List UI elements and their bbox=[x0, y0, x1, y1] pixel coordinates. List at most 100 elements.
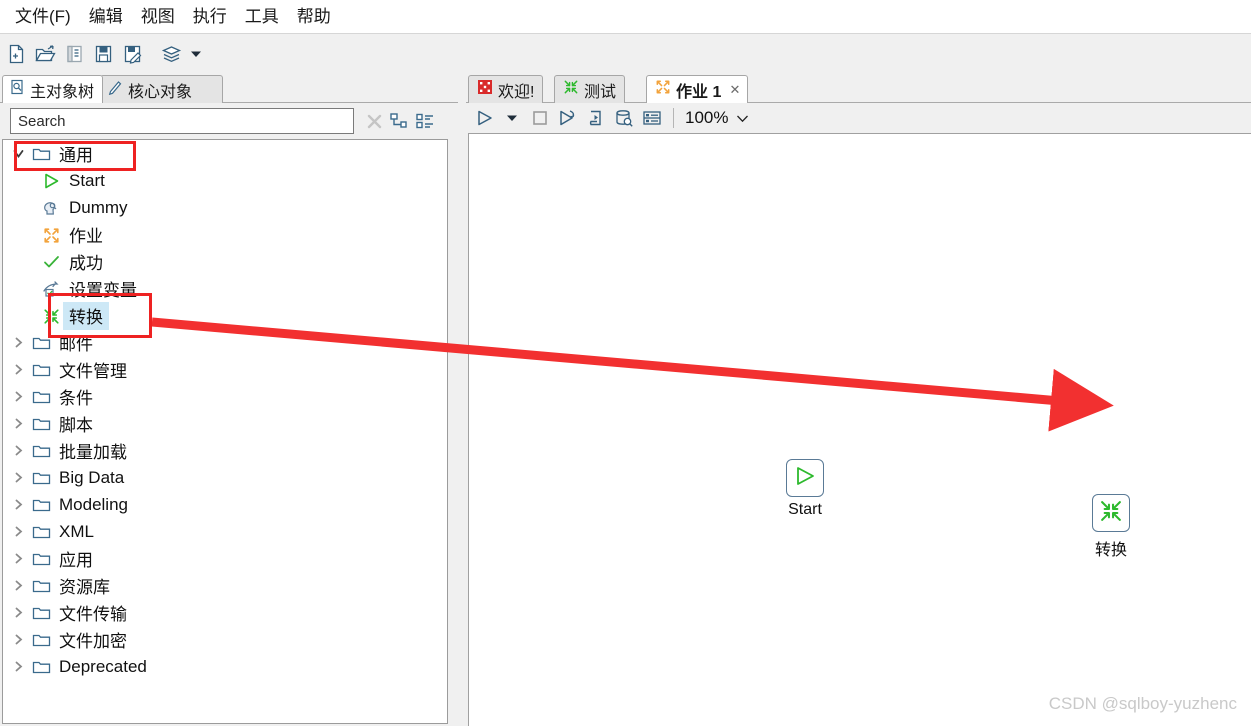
tree-toolbar: Search bbox=[0, 103, 458, 139]
tree-item-folder[interactable]: Big Data bbox=[3, 464, 447, 491]
application-window: 文件(F) 编辑 视图 执行 工具 帮助 主对象树 核心对象 Search 通用… bbox=[0, 0, 1251, 726]
tree-item-folder[interactable]: 应用 bbox=[3, 545, 447, 572]
tab-welcome[interactable]: 欢迎! bbox=[468, 75, 544, 103]
tree-item-transform[interactable]: 转换 bbox=[3, 301, 447, 330]
chevron-down-icon[interactable] bbox=[736, 108, 749, 128]
transform-arrows-in-icon bbox=[39, 302, 63, 329]
tab-label: 测试 bbox=[584, 83, 617, 101]
new-file-icon[interactable] bbox=[2, 39, 31, 69]
run-dropdown-caret-icon[interactable] bbox=[498, 104, 526, 132]
dummy-head-icon bbox=[39, 194, 63, 221]
canvas-node-transform[interactable]: 转换 bbox=[1081, 494, 1141, 560]
preview-icon[interactable] bbox=[554, 104, 582, 132]
menu-run[interactable]: 执行 bbox=[184, 6, 236, 27]
tree-item-job[interactable]: 作业 bbox=[3, 221, 447, 248]
tree-item-label: 脚本 bbox=[59, 416, 93, 435]
tab-test[interactable]: 测试 bbox=[554, 75, 626, 103]
tree-item-folder[interactable]: 邮件 bbox=[3, 329, 447, 356]
chevron-right-icon[interactable] bbox=[7, 329, 29, 356]
tree-item-folder[interactable]: 资源库 bbox=[3, 572, 447, 599]
clear-search-icon[interactable] bbox=[362, 108, 386, 134]
folder-icon bbox=[29, 464, 53, 491]
chevron-right-icon[interactable] bbox=[7, 356, 29, 383]
search-input-value: Search bbox=[18, 112, 66, 130]
zoom-level-combo[interactable]: 100% bbox=[681, 106, 751, 130]
close-icon[interactable]: ✕ bbox=[729, 82, 740, 98]
debug-icon[interactable] bbox=[582, 104, 610, 132]
canvas-node-start[interactable]: Start bbox=[775, 459, 835, 519]
save-as-icon[interactable] bbox=[118, 39, 147, 69]
success-check-icon bbox=[39, 248, 63, 275]
tab-core-objects[interactable]: 核心对象 bbox=[100, 75, 224, 103]
run-icon[interactable] bbox=[470, 104, 498, 132]
explore-icon[interactable] bbox=[60, 39, 89, 69]
folder-icon bbox=[29, 653, 53, 680]
tree-item-set-variables[interactable]: 设置变量 bbox=[3, 275, 447, 302]
folder-icon bbox=[29, 545, 53, 572]
menu-bar: 文件(F) 编辑 视图 执行 工具 帮助 bbox=[0, 0, 1251, 33]
chevron-down-icon[interactable] bbox=[7, 140, 29, 167]
chevron-right-icon[interactable] bbox=[7, 464, 29, 491]
tree-item-folder[interactable]: 条件 bbox=[3, 383, 447, 410]
tree-item-start[interactable]: Start bbox=[3, 167, 447, 194]
chevron-right-icon[interactable] bbox=[7, 572, 29, 599]
verify-icon[interactable] bbox=[610, 104, 638, 132]
transform-arrows-in-icon bbox=[1099, 499, 1123, 528]
folder-icon bbox=[29, 410, 53, 437]
tree-item-folder[interactable]: Deprecated bbox=[3, 653, 447, 680]
tree-item-folder[interactable]: Modeling bbox=[3, 491, 447, 518]
folder-icon bbox=[29, 329, 53, 356]
welcome-icon bbox=[477, 79, 493, 100]
chevron-right-icon[interactable] bbox=[7, 491, 29, 518]
chevron-right-icon[interactable] bbox=[7, 410, 29, 437]
menu-tools[interactable]: 工具 bbox=[236, 6, 288, 27]
core-objects-tree[interactable]: 通用 Start Dummy 作业 成功 设置变量 转换 邮件 文件管理 条件 … bbox=[2, 139, 448, 724]
stop-icon[interactable] bbox=[526, 104, 554, 132]
node-label: Start bbox=[788, 501, 822, 518]
tree-item-dummy[interactable]: Dummy bbox=[3, 194, 447, 221]
tree-item-folder[interactable]: XML bbox=[3, 518, 447, 545]
chevron-right-icon[interactable] bbox=[7, 599, 29, 626]
menu-help[interactable]: 帮助 bbox=[288, 6, 340, 27]
menu-edit[interactable]: 编辑 bbox=[80, 6, 132, 27]
tree-item-label: 文件管理 bbox=[59, 362, 127, 381]
node-label: 转换 bbox=[1094, 542, 1127, 559]
tree-item-folder[interactable]: 脚本 bbox=[3, 410, 447, 437]
search-input[interactable]: Search bbox=[10, 108, 354, 134]
folder-icon bbox=[29, 518, 53, 545]
menu-file[interactable]: 文件(F) bbox=[6, 6, 80, 27]
expand-tree-icon[interactable] bbox=[386, 108, 412, 134]
tree-item-label: Start bbox=[69, 170, 105, 190]
layers-icon[interactable] bbox=[157, 39, 186, 69]
layers-dropdown-caret-icon[interactable] bbox=[186, 39, 206, 69]
main-toolbar bbox=[0, 33, 1251, 73]
menu-view[interactable]: 视图 bbox=[132, 6, 184, 27]
left-panel: 主对象树 核心对象 Search 通用 Start Dummy 作业 成功 设置… bbox=[0, 73, 458, 726]
tree-item-folder[interactable]: 文件加密 bbox=[3, 626, 447, 653]
open-folder-icon[interactable] bbox=[31, 39, 60, 69]
tree-item-success[interactable]: 成功 bbox=[3, 248, 447, 275]
chevron-right-icon[interactable] bbox=[7, 383, 29, 410]
grid-icon[interactable] bbox=[638, 104, 666, 132]
transform-arrows-in-icon bbox=[563, 79, 579, 100]
tree-item-folder[interactable]: 文件传输 bbox=[3, 599, 447, 626]
tree-item-label: 通用 bbox=[59, 146, 93, 165]
tab-main-object-tree[interactable]: 主对象树 bbox=[2, 75, 104, 103]
tree-item-label: 条件 bbox=[59, 389, 93, 408]
tab-job-1[interactable]: 作业 1 ✕ bbox=[646, 75, 749, 103]
job-canvas[interactable]: Start 转换 CSDN @sqlboy-yuzhenc bbox=[468, 133, 1251, 726]
chevron-right-icon[interactable] bbox=[7, 653, 29, 680]
chevron-right-icon[interactable] bbox=[7, 626, 29, 653]
tree-item-label: 转换 bbox=[63, 301, 109, 330]
tree-item-folder[interactable]: 通用 bbox=[3, 140, 447, 167]
tree-item-folder[interactable]: 文件管理 bbox=[3, 356, 447, 383]
collapse-list-icon[interactable] bbox=[412, 108, 438, 134]
save-icon[interactable] bbox=[89, 39, 118, 69]
folder-icon bbox=[29, 599, 53, 626]
chevron-right-icon[interactable] bbox=[7, 437, 29, 464]
chevron-right-icon[interactable] bbox=[7, 518, 29, 545]
chevron-right-icon[interactable] bbox=[7, 545, 29, 572]
tree-item-folder[interactable]: 批量加载 bbox=[3, 437, 447, 464]
tree-item-label: 邮件 bbox=[59, 335, 93, 354]
left-tabstrip: 主对象树 核心对象 bbox=[0, 73, 458, 103]
